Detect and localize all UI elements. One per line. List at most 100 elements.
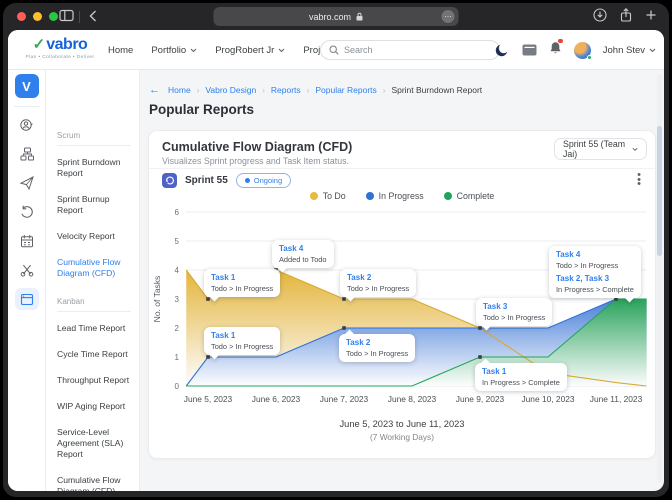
address-bar[interactable]: vabro.com ⋯ bbox=[214, 7, 459, 26]
svg-text:2: 2 bbox=[175, 324, 180, 333]
sidebar-item-wip-aging-report[interactable]: WIP Aging Report bbox=[57, 401, 131, 412]
share-icon[interactable] bbox=[620, 8, 632, 22]
tooltip-change: Added to Todo bbox=[279, 255, 327, 264]
sprint-select-value: Sprint 55 (Team Jai) bbox=[563, 139, 632, 159]
rail-divider bbox=[14, 106, 40, 107]
panel-icon[interactable] bbox=[522, 44, 537, 56]
search-input[interactable] bbox=[344, 45, 474, 55]
back-arrow-icon[interactable]: ← bbox=[149, 84, 160, 96]
tooltip-task: Task 2 bbox=[347, 273, 409, 282]
rail-item-boards[interactable] bbox=[15, 143, 39, 165]
breadcrumb-separator: › bbox=[197, 86, 200, 95]
sidebar-item-sprint-burndown-report[interactable]: Sprint Burndown Report bbox=[57, 157, 131, 179]
nav-label: ProgRobert Jr bbox=[215, 45, 274, 56]
zoom-window-button[interactable] bbox=[49, 12, 58, 21]
sidebar-item-cumulative-flow-diagram-cfd-[interactable]: Cumulative Flow Diagram (CFD) bbox=[57, 475, 131, 491]
back-icon[interactable] bbox=[89, 10, 97, 22]
chart-tooltip-0: Task 1Todo > In Progress bbox=[204, 269, 280, 297]
chart-tooltip-3: Task 1Todo > In Progress bbox=[204, 327, 280, 355]
icon-rail: V bbox=[8, 70, 46, 491]
sprint-icon bbox=[162, 173, 177, 188]
svg-text:4: 4 bbox=[175, 266, 180, 275]
chart-tooltip-6: Task 1In Progress > Complete bbox=[475, 363, 567, 391]
sprint-name: Sprint 55 bbox=[185, 175, 228, 186]
app-header: ✓ vabro Plan • Collaborate • Deliver Hom… bbox=[8, 30, 664, 70]
breadcrumb-item-3[interactable]: Popular Reports bbox=[315, 85, 376, 95]
sprint-select[interactable]: Sprint 55 (Team Jai) bbox=[554, 138, 647, 160]
sidebar-item-cycle-time-report[interactable]: Cycle Time Report bbox=[57, 349, 131, 360]
nav-item-progrobert-jr[interactable]: ProgRobert Jr bbox=[215, 45, 285, 56]
sprint-row: Sprint 55 Ongoing bbox=[162, 173, 291, 188]
sidebar-section-divider bbox=[57, 311, 131, 312]
chart-tooltip-4: Task 2Todo > In Progress bbox=[339, 334, 415, 362]
tooltip-task: Task 4 bbox=[556, 250, 634, 259]
tooltip-change: In Progress > Complete bbox=[482, 378, 560, 387]
chart-tooltip-5: Task 3Todo > In Progress bbox=[476, 298, 552, 326]
nav-item-portfolio[interactable]: Portfolio bbox=[151, 45, 197, 56]
svg-text:June 7, 2023: June 7, 2023 bbox=[320, 394, 369, 404]
chart-legend: To Do In Progress Complete bbox=[149, 191, 655, 201]
logo-check-icon: ✓ bbox=[33, 35, 46, 53]
sidebar-section-label: Kanban bbox=[57, 297, 131, 306]
avatar[interactable] bbox=[574, 42, 591, 59]
rail-item-send[interactable] bbox=[15, 172, 39, 194]
chart-tooltip-7: Task 4Todo > In ProgressTask 2, Task 3In… bbox=[549, 246, 641, 298]
legend-label: Complete bbox=[457, 191, 495, 201]
sidebar-item-cumulative-flow-diagram-cfd-[interactable]: Cumulative Flow Diagram (CFD) bbox=[57, 257, 131, 279]
vabro-logo[interactable]: ✓ vabro Plan • Collaborate • Deliver bbox=[16, 35, 104, 60]
search-box[interactable] bbox=[320, 40, 500, 60]
tooltip-change: Todo > In Progress bbox=[347, 284, 409, 293]
card-menu-button[interactable]: ••• bbox=[635, 173, 643, 187]
profile-switcher[interactable] bbox=[15, 114, 39, 136]
sidebar-item-sprint-burnup-report[interactable]: Sprint Burnup Report bbox=[57, 194, 131, 216]
new-tab-icon[interactable] bbox=[645, 9, 657, 21]
tooltip-task: Task 4 bbox=[279, 244, 327, 253]
chevron-down-icon bbox=[649, 48, 656, 53]
breadcrumb-item-1[interactable]: Vabro Design bbox=[205, 85, 256, 95]
rail-item-tools[interactable] bbox=[15, 259, 39, 281]
svg-text:June 8, 2023: June 8, 2023 bbox=[388, 394, 437, 404]
chevron-down-icon bbox=[190, 48, 197, 53]
url-text: vabro.com bbox=[309, 12, 351, 22]
breadcrumb-item-2[interactable]: Reports bbox=[271, 85, 301, 95]
tooltip-task: Task 2, Task 3 bbox=[556, 274, 634, 283]
breadcrumb-item-0[interactable]: Home bbox=[168, 85, 191, 95]
logo-tagline: Plan • Collaborate • Deliver bbox=[16, 55, 104, 60]
chart-caption-days: (7 Working Days) bbox=[149, 432, 655, 442]
report-card-icon bbox=[20, 293, 34, 306]
downloads-icon[interactable] bbox=[593, 8, 607, 22]
sidebar-item-lead-time-report[interactable]: Lead Time Report bbox=[57, 323, 131, 334]
user-menu[interactable]: John Stev bbox=[603, 45, 656, 56]
cfd-chart: 0123456No. of TasksJune 5, 2023June 6, 2… bbox=[149, 204, 657, 409]
sidebar-toggle-icon[interactable] bbox=[59, 9, 74, 22]
sidebar-item-velocity-report[interactable]: Velocity Report bbox=[57, 231, 131, 242]
legend-item-in-progress: In Progress bbox=[366, 191, 424, 201]
scrollbar[interactable] bbox=[657, 74, 662, 483]
legend-label: To Do bbox=[323, 191, 346, 201]
tooltip-change: Todo > In Progress bbox=[483, 313, 545, 322]
sidebar-item-service-level-agreement-sla-report[interactable]: Service-Level Agreement (SLA) Report bbox=[57, 427, 131, 460]
scrollbar-thumb[interactable] bbox=[657, 126, 662, 256]
main-nav: HomePortfolioProgRobert JrProjects bbox=[108, 30, 349, 70]
rail-item-calendar[interactable] bbox=[15, 230, 39, 252]
status-dot bbox=[245, 178, 250, 183]
minimize-window-button[interactable] bbox=[33, 12, 42, 21]
dark-mode-icon[interactable] bbox=[494, 42, 510, 58]
legend-item-to-do: To Do bbox=[310, 191, 346, 201]
sprint-status-badge: Ongoing bbox=[236, 173, 291, 188]
workspace-tile[interactable]: V bbox=[15, 74, 39, 98]
notifications-button[interactable] bbox=[549, 41, 562, 60]
page-title: Popular Reports bbox=[149, 102, 254, 117]
search-icon bbox=[329, 45, 339, 55]
sidebar-item-throughput-report[interactable]: Throughput Report bbox=[57, 375, 131, 386]
rail-item-history[interactable] bbox=[15, 201, 39, 223]
extension-badge-icon[interactable]: ⋯ bbox=[442, 10, 455, 23]
nav-item-home[interactable]: Home bbox=[108, 45, 133, 56]
app-root: ✓ vabro Plan • Collaborate • Deliver Hom… bbox=[8, 30, 664, 491]
nav-label: Portfolio bbox=[151, 45, 186, 56]
svg-text:3: 3 bbox=[175, 295, 180, 304]
close-window-button[interactable] bbox=[17, 12, 26, 21]
content-area: ←Home›Vabro Design›Reports›Popular Repor… bbox=[140, 70, 664, 491]
user-name: John Stev bbox=[603, 45, 645, 56]
rail-item-reports-active[interactable] bbox=[15, 288, 39, 310]
